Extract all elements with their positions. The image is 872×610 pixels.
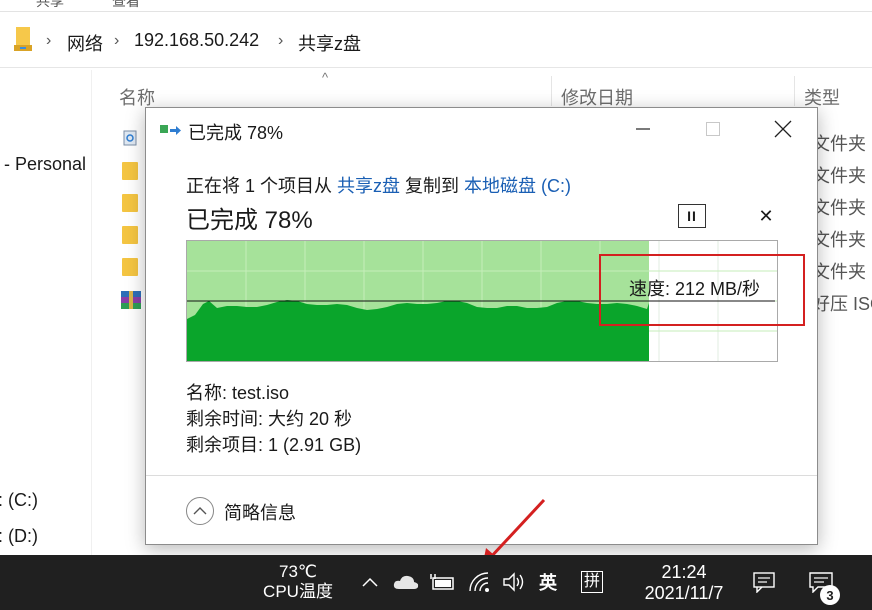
dialog-titlebar[interactable]: 已完成 78% xyxy=(146,108,817,150)
nav-item-drive-d[interactable]: : (D:) xyxy=(0,526,38,547)
chevron-up-icon xyxy=(362,577,378,587)
minimize-icon xyxy=(636,128,650,130)
clock-date: 2021/11/7 xyxy=(644,583,724,603)
wifi-icon xyxy=(469,572,489,592)
detail-items-value: 1 (2.91 GB) xyxy=(268,435,362,455)
detail-time-value: 大约 20 秒 xyxy=(268,409,353,429)
cancel-button[interactable]: ✕ xyxy=(754,204,778,228)
row-type: 文件夹 xyxy=(812,230,866,250)
show-hidden-icons-button[interactable] xyxy=(358,569,382,595)
onedrive-tray-button[interactable] xyxy=(392,569,420,595)
network-folder-icon xyxy=(14,27,32,51)
row-type: 好压 ISO xyxy=(812,294,872,314)
taskbar: 73℃ CPU温度 英 拼 21:24 2021/11/7 3 xyxy=(0,555,872,610)
detail-name-key: 名称: xyxy=(186,383,228,403)
chevron-right-icon[interactable]: › xyxy=(278,32,283,50)
column-divider[interactable] xyxy=(551,76,552,106)
copy-icon xyxy=(160,125,181,135)
recycle-icon xyxy=(123,130,137,146)
row-type: 文件夹 xyxy=(812,166,866,186)
detail-items-remaining: 剩余项目: 1 (2.91 GB) xyxy=(186,431,361,457)
chevron-right-icon[interactable]: › xyxy=(114,32,119,50)
battery-plug-icon xyxy=(430,574,454,590)
nav-item-personal[interactable]: - Personal xyxy=(4,154,86,175)
detail-name-value: test.iso xyxy=(232,383,290,403)
copy-description: 正在将 1 个项目从 共享z盘 复制到 本地磁盘 (C:) xyxy=(186,172,571,198)
speed-curve xyxy=(187,300,649,361)
breadcrumb-share[interactable]: 共享z盘 xyxy=(298,30,361,56)
dialog-title: 已完成 78% xyxy=(188,123,284,143)
source-link[interactable]: 共享z盘 xyxy=(337,176,400,196)
column-divider[interactable] xyxy=(794,76,795,106)
winrar-icon xyxy=(121,291,141,309)
nav-item-drive-c[interactable]: : (C:) xyxy=(0,490,38,511)
notification-count-badge: 3 xyxy=(820,585,840,605)
cpu-temp-label: CPU温度 xyxy=(263,582,333,601)
cloud-icon xyxy=(393,575,419,589)
folder-icon xyxy=(122,194,138,212)
ime-mode-button[interactable]: 拼 xyxy=(578,569,606,595)
ribbon-tab-view[interactable]: 查看 xyxy=(112,0,140,11)
row-type: 文件夹 xyxy=(812,198,866,218)
detail-time-key: 剩余时间: xyxy=(186,409,264,429)
detail-time-remaining: 剩余时间: 大约 20 秒 xyxy=(186,405,352,431)
breadcrumb-network[interactable]: 网络 xyxy=(67,30,103,56)
navigation-pane: - Personal : (C:) : (D:) xyxy=(0,70,92,555)
folder-icon xyxy=(122,162,138,180)
volume-tray-button[interactable] xyxy=(500,569,528,595)
destination-link[interactable]: 本地磁盘 (C:) xyxy=(464,176,571,196)
message-icon xyxy=(753,572,775,593)
chevron-right-icon[interactable]: › xyxy=(46,32,51,50)
folder-icon xyxy=(122,258,138,276)
ribbon-strip: 共享 查看 xyxy=(0,0,872,12)
power-tray-button[interactable] xyxy=(428,569,456,595)
detail-name: 名称: test.iso xyxy=(186,379,289,405)
progress-heading: 已完成 78% xyxy=(186,207,313,234)
maximize-button[interactable] xyxy=(678,108,748,150)
fewer-details-label[interactable]: 简略信息 xyxy=(224,499,296,525)
close-button[interactable] xyxy=(748,108,818,150)
address-bar[interactable]: › 网络 › 192.168.50.242 › 共享z盘 xyxy=(0,14,872,68)
pause-button[interactable]: II xyxy=(678,204,706,228)
chat-tray-button[interactable] xyxy=(750,569,778,595)
ribbon-tab-share[interactable]: 共享 xyxy=(36,0,64,11)
breadcrumb-host[interactable]: 192.168.50.242 xyxy=(134,30,259,51)
row-type: 文件夹 xyxy=(812,262,866,282)
fewer-details-button[interactable] xyxy=(186,497,214,525)
chevron-up-icon xyxy=(193,507,207,515)
speaker-icon xyxy=(503,572,524,592)
network-tray-button[interactable] xyxy=(466,569,494,595)
row-type: 文件夹 xyxy=(812,134,866,154)
close-icon xyxy=(774,120,792,138)
red-highlight-box xyxy=(599,254,805,326)
input-language-button[interactable]: 英 xyxy=(534,569,562,595)
detail-items-key: 剩余项目: xyxy=(186,435,264,455)
minimize-button[interactable] xyxy=(608,108,678,150)
ime-mode-label: 拼 xyxy=(580,571,603,593)
copy-middle: 复制到 xyxy=(400,176,465,196)
clock-time: 21:24 xyxy=(661,562,707,582)
folder-icon xyxy=(122,226,138,244)
copy-prefix: 正在将 1 个项目从 xyxy=(186,176,338,196)
maximize-icon xyxy=(706,122,720,136)
clock[interactable]: 21:24 2021/11/7 xyxy=(636,562,732,604)
sort-caret-icon: ^ xyxy=(322,70,329,85)
cpu-temp-value: 73℃ xyxy=(278,562,317,581)
copy-progress-dialog: 已完成 78% 正在将 1 个项目从 共享z盘 复制到 本地磁盘 (C:) 已完… xyxy=(145,107,818,545)
cpu-temperature-widget[interactable]: 73℃ CPU温度 xyxy=(258,562,338,602)
